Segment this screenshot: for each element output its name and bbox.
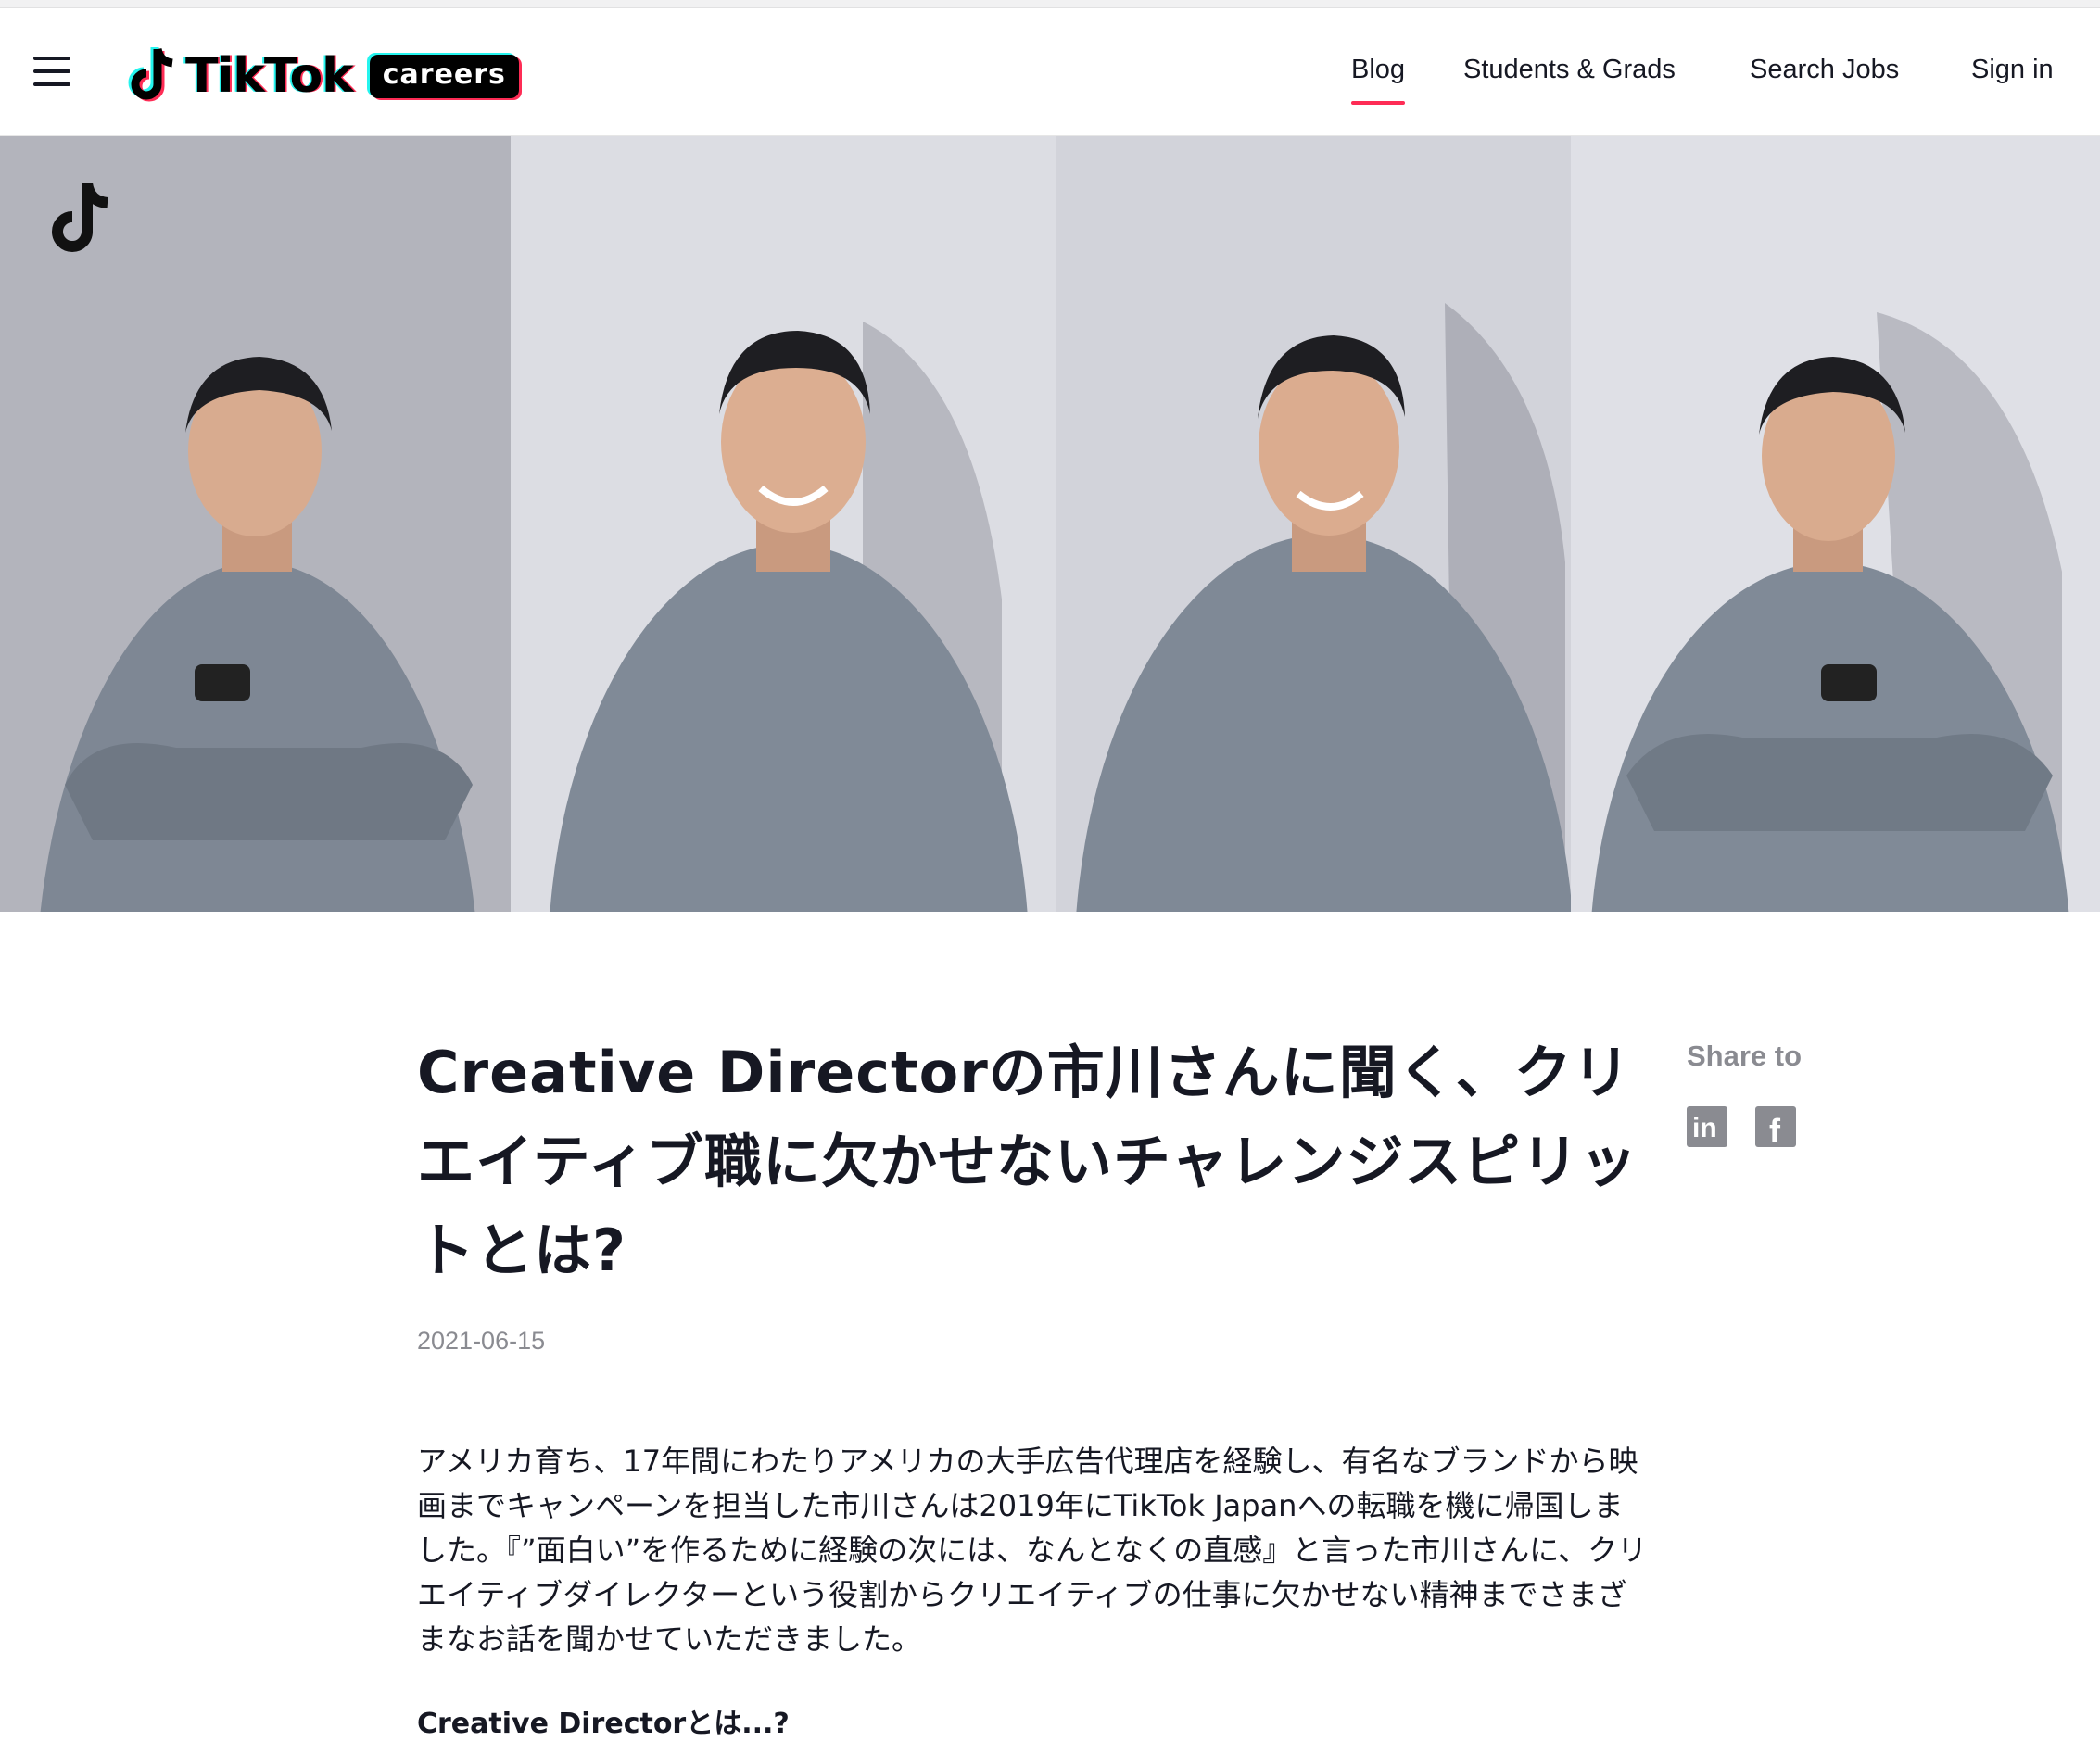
tiktok-careers-logo[interactable]: TikTok careers <box>126 44 519 108</box>
blog-article: Creative Directorの市川さんに聞く、クリエイティブ職に欠かせない… <box>417 1028 1650 1741</box>
portrait-photo-4 <box>1571 136 2100 912</box>
nav-students-grads[interactable]: Students & Grads <box>1463 55 1676 85</box>
site-header: TikTok careers Blog Students & Grads Sea… <box>0 8 2100 137</box>
browser-top-strip <box>0 0 2100 8</box>
logo-careers-badge: careers <box>369 54 519 98</box>
hero-banner-image <box>0 136 2100 912</box>
portrait-photo-3 <box>1056 136 1571 912</box>
nav-search-jobs[interactable]: Search Jobs <box>1750 55 1899 85</box>
logo-wordmark: TikTok <box>185 48 354 104</box>
tiktok-note-icon <box>128 47 173 102</box>
share-panel: Share to in f <box>1687 1040 1816 1150</box>
linkedin-icon[interactable]: in <box>1687 1106 1727 1147</box>
article-lead-paragraph: アメリカ育ち、17年間にわたりアメリカの大手広告代理店を経験し、有名なブランドか… <box>417 1444 1648 1658</box>
menu-icon[interactable] <box>33 57 70 90</box>
portrait-photo-1 <box>0 136 511 912</box>
facebook-icon[interactable]: f <box>1755 1106 1796 1150</box>
tiktok-watermark-icon <box>52 182 108 252</box>
article-title: Creative Directorの市川さんに聞く、クリエイティブ職に欠かせない… <box>417 1039 1638 1285</box>
share-label: Share to <box>1687 1040 1803 1072</box>
nav-sign-in[interactable]: Sign in <box>1971 55 2054 85</box>
nav-blog[interactable]: Blog <box>1351 55 1406 105</box>
article-subheading: Creative Directorとは...? <box>417 1708 790 1741</box>
portrait-photo-2 <box>511 136 1056 912</box>
article-date: 2021-06-15 <box>417 1327 546 1356</box>
